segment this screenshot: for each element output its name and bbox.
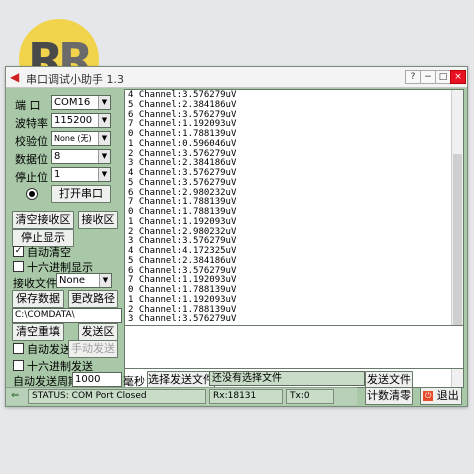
chevron-down-icon: ▼ xyxy=(99,274,111,287)
title-bar: ◀ 串口调试小助手 1.3 ? − □ × xyxy=(6,67,467,88)
status-bar: ⇐ STATUS: COM Port Closed Rx:18131 Tx:0 xyxy=(6,387,357,405)
baud-select[interactable]: 115200 ▼ xyxy=(51,113,111,128)
chevron-down-icon: ▼ xyxy=(98,150,110,163)
output-line: 3 Channel:3.576279uV xyxy=(128,314,237,325)
tx-count: Tx:0 xyxy=(286,389,334,404)
auto-period-input[interactable]: 1000 xyxy=(72,372,122,387)
auto-clear-checkbox[interactable]: ✓ xyxy=(13,246,24,257)
stopbits-label: 停止位 xyxy=(15,171,48,184)
baud-label: 波特率 xyxy=(15,117,48,130)
parity-select[interactable]: None (无) ▼ xyxy=(51,131,111,146)
databits-value: 8 xyxy=(54,151,61,162)
recv-file-value: None xyxy=(59,275,86,286)
parity-label: 校验位 xyxy=(15,135,48,148)
auto-clear-label: 自动清空 xyxy=(27,246,71,259)
minimize-icon[interactable]: − xyxy=(420,70,436,84)
chevron-down-icon: ▼ xyxy=(98,168,110,181)
port-value: COM16 xyxy=(54,97,91,108)
window-title: 串口调试小助手 1.3 xyxy=(26,73,124,86)
parity-value: None (无) xyxy=(54,134,92,143)
manual-send-button[interactable]: 手动发送 xyxy=(68,340,118,358)
clear-receive-button[interactable]: 清空接收区 xyxy=(12,211,74,229)
close-icon[interactable]: × xyxy=(450,70,466,84)
recv-file-label: 接收文件 xyxy=(13,277,57,290)
chevron-down-icon: ▼ xyxy=(98,132,110,145)
change-path-button[interactable]: 更改路径 xyxy=(68,290,118,308)
count-clear-button[interactable]: 计数清零 xyxy=(365,387,413,405)
status-arrow-icon: ⇐ xyxy=(11,390,20,401)
stopbits-value: 1 xyxy=(54,169,61,180)
auto-send-checkbox[interactable] xyxy=(13,343,24,354)
output-lines: 4 Channel:3.576279uV 5 Channel:2.384186uV… xyxy=(125,90,463,326)
port-status-indicator xyxy=(26,188,38,200)
save-path-field[interactable]: C:\COMDATA\ xyxy=(12,308,122,323)
rx-count: Rx:18131 xyxy=(209,389,283,404)
send-input[interactable] xyxy=(124,325,464,369)
exit-label: 退出 xyxy=(436,389,459,402)
maximize-icon[interactable]: □ xyxy=(435,70,451,84)
receive-area-button[interactable]: 接收区 xyxy=(78,211,118,229)
port-select[interactable]: COM16 ▼ xyxy=(51,95,111,110)
chevron-down-icon: ▼ xyxy=(98,114,110,127)
baud-value: 115200 xyxy=(54,115,93,126)
scrollbar-thumb[interactable] xyxy=(453,154,462,328)
databits-select[interactable]: 8 ▼ xyxy=(51,149,111,164)
save-data-button[interactable]: 保存数据 xyxy=(12,290,64,308)
app-icon: ◀ xyxy=(10,70,20,84)
databits-label: 数据位 xyxy=(15,153,48,166)
open-port-button[interactable]: 打开串口 xyxy=(51,185,111,203)
hex-send-checkbox[interactable] xyxy=(13,360,24,371)
send-area-button[interactable]: 发送区 xyxy=(78,323,118,341)
help-icon[interactable]: ? xyxy=(405,70,421,84)
file-status-field: 还没有选择文件 xyxy=(209,371,365,386)
recv-file-select[interactable]: None ▼ xyxy=(56,273,112,288)
hex-display-checkbox[interactable] xyxy=(13,261,24,272)
serial-assistant-window: ◀ 串口调试小助手 1.3 ? − □ × 端 口 COM16 ▼ 波特率 11… xyxy=(5,66,468,407)
auto-send-label: 自动发送 xyxy=(27,343,71,356)
clear-resend-button[interactable]: 清空重填 xyxy=(12,323,64,341)
chevron-down-icon: ▼ xyxy=(98,96,110,109)
power-icon: ⏻ xyxy=(423,391,434,401)
port-label: 端 口 xyxy=(15,99,41,112)
status-text: STATUS: COM Port Closed xyxy=(28,389,206,404)
exit-button[interactable]: ⏻ 退出 xyxy=(420,387,462,405)
stopbits-select[interactable]: 1 ▼ xyxy=(51,167,111,182)
